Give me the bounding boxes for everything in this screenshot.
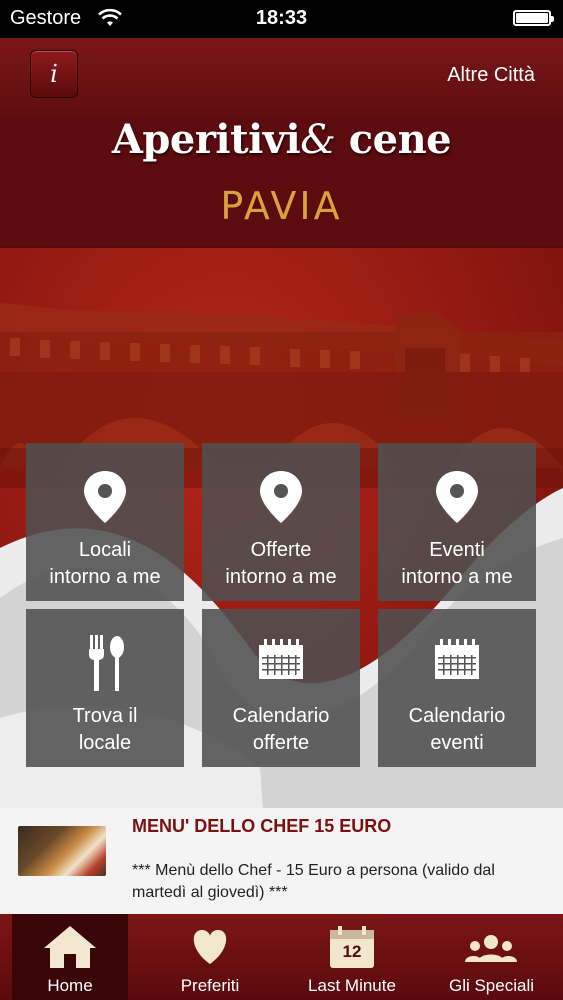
- tab-specials[interactable]: Gli Speciali: [420, 914, 563, 1000]
- location-pin-icon: [260, 471, 302, 523]
- battery-icon: [513, 10, 554, 26]
- tab-home[interactable]: Home: [12, 914, 128, 1000]
- tile-offers-nearby[interactable]: Offerte intorno a me: [202, 443, 360, 601]
- tab-label: Last Minute: [308, 976, 396, 995]
- tile-label: Calendario eventi: [408, 705, 506, 754]
- heart-icon: [193, 930, 227, 964]
- calendar-day-number: 12: [342, 942, 362, 961]
- tile-events-nearby[interactable]: Eventi intorno a me: [378, 443, 536, 601]
- logo-word-cene: cene: [348, 116, 452, 163]
- tab-label: Home: [47, 976, 93, 995]
- status-bar: Gestore 18:33: [0, 0, 563, 38]
- people-group-icon: [465, 935, 517, 962]
- tile-label: Eventi intorno a me: [401, 539, 513, 588]
- tile-events-calendar[interactable]: Calendario eventi: [378, 609, 536, 767]
- tab-bar: Home Preferiti 12 Last Minute Gli Specia…: [0, 914, 563, 1000]
- tile-label: Offerte intorno a me: [225, 539, 337, 588]
- logo-ampersand: &: [300, 117, 336, 163]
- news-title: MENU' DELLO CHEF 15 EURO: [132, 816, 392, 836]
- calendar-icon: [435, 639, 479, 679]
- tile-offers-calendar[interactable]: Calendario offerte: [202, 609, 360, 767]
- location-pin-icon: [84, 471, 126, 523]
- tile-label: Trova il locale: [72, 705, 138, 754]
- tab-last-minute[interactable]: 12 Last Minute: [290, 914, 414, 1000]
- news-body: *** Menù dello Chef - 15 Euro a persona …: [132, 862, 495, 901]
- tab-favorites[interactable]: Preferiti: [150, 914, 270, 1000]
- tile-label: Locali intorno a me: [49, 539, 161, 588]
- logo-word-aperitivi: Aperitivi: [111, 116, 301, 163]
- news-thumbnail: [18, 826, 106, 876]
- home-icon: [44, 926, 96, 968]
- tile-label: Calendario offerte: [232, 705, 330, 754]
- news-item[interactable]: MENU' DELLO CHEF 15 EURO *** Menù dello …: [0, 808, 563, 914]
- location-pin-icon: [436, 471, 478, 523]
- other-cities-link[interactable]: Altre Città: [447, 64, 535, 87]
- calendar-icon: [259, 639, 303, 679]
- tile-local-nearby[interactable]: Locali intorno a me: [26, 443, 184, 601]
- app-logo: Aperitivi& cene: [0, 116, 563, 163]
- info-button[interactable]: i: [30, 50, 78, 98]
- tab-label: Preferiti: [180, 976, 240, 995]
- tab-label: Gli Speciali: [448, 976, 535, 995]
- city-name: PAVIA: [220, 184, 343, 228]
- clock: 18:33: [255, 7, 308, 29]
- app-header: i Altre Città Aperitivi& cene PAVIA: [0, 38, 563, 248]
- tile-find-venue[interactable]: Trova il locale: [26, 609, 184, 767]
- fork-spoon-icon: [89, 635, 124, 691]
